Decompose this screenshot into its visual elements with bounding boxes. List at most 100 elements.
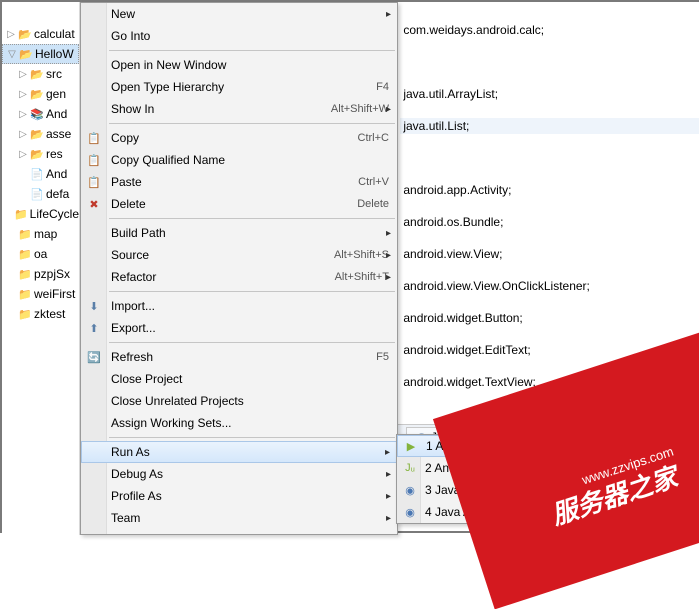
menu-open-type-hierarchy[interactable]: Open Type HierarchyF4 bbox=[81, 76, 397, 98]
menu-export[interactable]: ⬆Export... bbox=[81, 317, 397, 339]
menu-label: Team bbox=[111, 511, 389, 525]
code-line: android.view.View; bbox=[400, 246, 699, 262]
project-closed-icon: 📁 bbox=[18, 287, 32, 301]
project-explorer[interactable]: ▷📂calculat▽📂HelloW▷📂src▷📂gen▷📚And▷📂asse▷… bbox=[2, 2, 80, 535]
menu-refactor[interactable]: RefactorAlt+Shift+T▸ bbox=[81, 266, 397, 288]
tree-item-label: calculat bbox=[34, 27, 75, 41]
menu-run-as[interactable]: Run As▸ bbox=[81, 441, 397, 463]
menu-team[interactable]: Team▸ bbox=[81, 507, 397, 529]
menu-shortcut: Ctrl+C bbox=[358, 132, 389, 144]
project-open-icon: 📂 bbox=[18, 27, 32, 41]
menu-go-into[interactable]: Go Into bbox=[81, 25, 397, 47]
menu-label: 1 Android Application bbox=[426, 439, 587, 453]
menu-label: Export... bbox=[111, 321, 389, 335]
menu-refresh[interactable]: 🔄 RefreshF5 bbox=[81, 346, 397, 368]
copy-icon: 📋 bbox=[86, 152, 102, 168]
menu-label: 3 Java Applet bbox=[425, 483, 587, 497]
folder-closed-icon: 📁 bbox=[14, 207, 28, 221]
folder-icon: 📂 bbox=[30, 127, 44, 141]
menu-label: Open Type Hierarchy bbox=[111, 80, 376, 94]
menu-separator bbox=[109, 50, 395, 51]
menu-label: Delete bbox=[111, 197, 357, 211]
tree-item-calculat[interactable]: ▷📂calculat bbox=[2, 24, 79, 44]
expand-arrow-icon[interactable]: ▷ bbox=[18, 69, 28, 80]
menu-label: Refresh bbox=[111, 350, 376, 364]
android-icon: ▶ bbox=[403, 438, 419, 454]
tree-item-hellow[interactable]: ▽📂HelloW bbox=[2, 44, 79, 64]
tree-item-res[interactable]: ▷📂res bbox=[2, 144, 79, 164]
tree-item-oa[interactable]: 📁oa bbox=[2, 244, 79, 264]
tree-item-label: HelloW bbox=[35, 47, 74, 61]
folder-closed-icon: 📁 bbox=[18, 307, 32, 321]
menu-source[interactable]: SourceAlt+Shift+S▸ bbox=[81, 244, 397, 266]
tree-item-asse[interactable]: ▷📂asse bbox=[2, 124, 79, 144]
submenu-arrow-icon: ▸ bbox=[385, 447, 390, 458]
menu-separator bbox=[109, 437, 395, 438]
menu-close-unrelated-projects[interactable]: Close Unrelated Projects bbox=[81, 390, 397, 412]
tree-item-label: res bbox=[46, 147, 63, 161]
menu-build-path[interactable]: Build Path▸ bbox=[81, 222, 397, 244]
folder-icon: 📂 bbox=[30, 147, 44, 161]
submenu-arrow-icon: ▸ bbox=[386, 272, 391, 283]
run-as-1-android-application[interactable]: ▶ 1 Android Application bbox=[397, 435, 595, 457]
tree-item-and[interactable]: ▷📚And bbox=[2, 104, 79, 124]
tree-item-lifecycle[interactable]: 📁LifeCycle bbox=[2, 204, 79, 224]
expand-arrow-icon[interactable]: ▷ bbox=[18, 129, 28, 140]
menu-copy-qualified-name[interactable]: 📋Copy Qualified Name bbox=[81, 149, 397, 171]
tree-item-and[interactable]: 📄And bbox=[2, 164, 79, 184]
menu-label: Close Unrelated Projects bbox=[111, 394, 389, 408]
code-line: com.weidays.android.calc; bbox=[400, 22, 699, 38]
tree-item-label: zktest bbox=[34, 307, 65, 321]
refresh-icon: 🔄 bbox=[86, 349, 102, 365]
junit-icon: Jᵤ bbox=[402, 460, 418, 476]
code-line: android.widget.TextView; bbox=[400, 374, 699, 390]
folder-icon: 📂 bbox=[30, 87, 44, 101]
code-line: android.app.Activity; bbox=[400, 182, 699, 198]
applet-icon: ◉ bbox=[402, 504, 418, 520]
submenu-arrow-icon: ▸ bbox=[386, 469, 391, 480]
tree-item-zktest[interactable]: 📁zktest bbox=[2, 304, 79, 324]
run-as-2-android-junit-test[interactable]: Jᵤ 2 Android JUnit Test bbox=[397, 457, 595, 479]
menu-delete[interactable]: ✖DeleteDelete bbox=[81, 193, 397, 215]
menu-separator bbox=[109, 342, 395, 343]
menu-label: Import... bbox=[111, 299, 389, 313]
tree-item-map[interactable]: 📁map bbox=[2, 224, 79, 244]
menu-paste[interactable]: 📋PasteCtrl+V bbox=[81, 171, 397, 193]
menu-assign-working-sets[interactable]: Assign Working Sets... bbox=[81, 412, 397, 434]
menu-close-project[interactable]: Close Project bbox=[81, 368, 397, 390]
tree-item-src[interactable]: ▷📂src bbox=[2, 64, 79, 84]
menu-profile-as[interactable]: Profile As▸ bbox=[81, 485, 397, 507]
expand-arrow-icon[interactable]: ▽ bbox=[7, 49, 17, 60]
tree-item-label: oa bbox=[34, 247, 47, 261]
applet-icon: ◉ bbox=[402, 482, 418, 498]
lib-icon: 📚 bbox=[30, 107, 44, 121]
menu-separator bbox=[109, 218, 395, 219]
expand-arrow-icon[interactable]: ▷ bbox=[6, 29, 16, 40]
menu-shortcut: Alt+Shift+T bbox=[335, 271, 389, 283]
expand-arrow-icon[interactable]: ▷ bbox=[18, 149, 28, 160]
tree-item-weifirst[interactable]: 📁weiFirst bbox=[2, 284, 79, 304]
run-as-3-java-applet[interactable]: ◉ 3 Java Applet bbox=[397, 479, 595, 501]
menu-new[interactable]: New▸ bbox=[81, 3, 397, 25]
menu-import[interactable]: ⬇Import... bbox=[81, 295, 397, 317]
menu-label: 2 Android JUnit Test bbox=[425, 461, 587, 475]
tree-item-label: map bbox=[34, 227, 57, 241]
menu-shortcut: Alt+Shift+W bbox=[331, 103, 389, 115]
menu-shortcut: F5 bbox=[376, 351, 389, 363]
tree-item-defa[interactable]: 📄defa bbox=[2, 184, 79, 204]
code-line bbox=[400, 54, 699, 70]
submenu-arrow-icon: ▸ bbox=[386, 491, 391, 502]
menu-debug-as[interactable]: Debug As▸ bbox=[81, 463, 397, 485]
expand-arrow-icon[interactable]: ▷ bbox=[18, 89, 28, 100]
menu-copy[interactable]: 📋CopyCtrl+C bbox=[81, 127, 397, 149]
menu-label: Paste bbox=[111, 175, 358, 189]
menu-show-in[interactable]: Show InAlt+Shift+W▸ bbox=[81, 98, 397, 120]
tree-item-pzpjsx[interactable]: 📁pzpjSx bbox=[2, 264, 79, 284]
code-editor[interactable]: com.weidays.android.calc; java.util.Arra… bbox=[398, 2, 699, 422]
code-line bbox=[400, 150, 699, 166]
tree-item-gen[interactable]: ▷📂gen bbox=[2, 84, 79, 104]
menu-label: Copy bbox=[111, 131, 358, 145]
menu-open-in-new-window[interactable]: Open in New Window bbox=[81, 54, 397, 76]
expand-arrow-icon[interactable]: ▷ bbox=[18, 109, 28, 120]
run-as-4-java-application[interactable]: ◉4 Java Application bbox=[397, 501, 595, 523]
